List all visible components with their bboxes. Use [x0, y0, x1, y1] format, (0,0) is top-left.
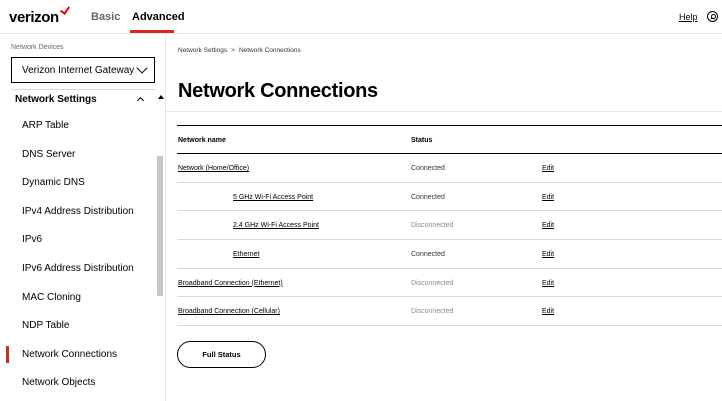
network-device-dropdown[interactable]: Verizon Internet Gateway	[11, 57, 155, 83]
breadcrumb-network-connections: Network Connections	[238, 47, 301, 54]
table-row: Broadband Connection (Ethernet) Disconne…	[177, 269, 722, 298]
network-name-link[interactable]: Ethernet	[233, 251, 259, 258]
edit-link[interactable]: Edit	[542, 308, 554, 315]
verizon-checkmark-icon	[59, 4, 71, 15]
network-name-link[interactable]: Broadband Connection (Cellular)	[178, 308, 280, 315]
table-row: 5 GHz Wi-Fi Access Point Connected Edit	[177, 183, 722, 212]
verizon-logo[interactable]: verizon	[9, 9, 59, 26]
sidebar-item-network-connections[interactable]: Network Connections	[0, 340, 155, 369]
sidebar-item-label: DNS Server	[22, 148, 76, 160]
edit-link[interactable]: Edit	[542, 251, 554, 258]
active-tab-indicator	[130, 30, 174, 33]
sidebar-item-label: Network Objects	[22, 377, 96, 389]
sidebar-item-arp-table[interactable]: ARP Table	[0, 111, 155, 140]
title-divider	[166, 111, 722, 112]
dropdown-selected-value: Verizon Internet Gateway	[22, 65, 135, 76]
table-row: Ethernet Connected Edit	[177, 240, 722, 269]
network-name-link[interactable]: Broadband Connection (Ethernet)	[178, 280, 283, 287]
scroll-up-arrow-icon[interactable]	[158, 95, 164, 99]
status-text: Connected	[411, 193, 445, 201]
sidebar-item-label: NDP Table	[22, 320, 70, 332]
sidebar-item-label: Dynamic DNS	[22, 177, 85, 189]
sidebar-item-label: IPv6	[22, 234, 43, 246]
status-text: Disconnected	[411, 222, 454, 230]
table-row: 2.4 GHz Wi-Fi Access Point Disconnected …	[177, 211, 722, 241]
chevron-down-icon	[136, 62, 148, 74]
status-text: Connected	[411, 165, 445, 172]
status-text: Disconnected	[411, 279, 454, 287]
status-text: Disconnected	[411, 308, 454, 316]
table-header: Network name Status	[177, 126, 722, 154]
sidebar-menu: ARP Table DNS Server Dynamic DNS IPv4 Ad…	[0, 111, 155, 397]
tab-basic[interactable]: Basic	[91, 11, 120, 23]
sidebar-scrollbar-thumb[interactable]	[157, 156, 163, 296]
column-header-status: Status	[411, 137, 433, 144]
chevron-up-icon[interactable]	[136, 96, 145, 105]
sidebar-item-ipv4-address-distribution[interactable]: IPv4 Address Distribution	[0, 197, 155, 226]
sidebar-item-label: IPv6 Address Distribution	[22, 262, 134, 274]
breadcrumb: Network Settings > Network Connections	[178, 47, 301, 54]
breadcrumb-separator: >	[231, 47, 235, 54]
network-devices-label: Network Devices	[11, 44, 64, 51]
sidebar-item-ipv6[interactable]: IPv6	[0, 225, 155, 254]
sidebar-item-label: ARP Table	[22, 120, 69, 131]
network-name-link[interactable]: 2.4 GHz Wi-Fi Access Point	[233, 222, 319, 229]
sidebar-item-dns-server[interactable]: DNS Server	[0, 140, 155, 169]
breadcrumb-network-settings[interactable]: Network Settings	[178, 47, 227, 54]
tab-advanced[interactable]: Advanced	[132, 11, 185, 23]
edit-link[interactable]: Edit	[542, 194, 554, 201]
table-row: Network (Home/Office) Connected Edit	[177, 154, 722, 183]
edit-link[interactable]: Edit	[542, 280, 554, 287]
column-header-network-name: Network name	[178, 137, 226, 144]
sidebar-item-label: Network Connections	[22, 348, 118, 360]
edit-link[interactable]: Edit	[542, 222, 554, 229]
help-link[interactable]: Help	[679, 12, 698, 22]
sidebar-item-ipv6-address-distribution[interactable]: IPv6 Address Distribution	[0, 254, 155, 283]
network-name-link[interactable]: 5 GHz Wi-Fi Access Point	[233, 194, 313, 201]
sidebar-item-network-objects[interactable]: Network Objects	[0, 368, 155, 397]
full-status-button[interactable]: Full Status	[177, 341, 266, 368]
sidebar-item-ndp-table[interactable]: NDP Table	[0, 311, 155, 340]
sidebar-item-label: MAC Cloning	[22, 291, 81, 303]
top-navigation-bar: verizon Basic Advanced Help	[0, 0, 722, 34]
edit-link[interactable]: Edit	[542, 165, 554, 172]
sidebar-divider	[11, 89, 155, 90]
sidebar-item-mac-cloning[interactable]: MAC Cloning	[0, 283, 155, 312]
sidebar-item-dynamic-dns[interactable]: Dynamic DNS	[0, 168, 155, 197]
network-name-link[interactable]: Network (Home/Office)	[178, 165, 249, 172]
network-connections-table: Network name Status Network (Home/Office…	[177, 125, 722, 327]
table-row: Broadband Connection (Cellular) Disconne…	[177, 297, 722, 327]
sidebar-section-network-settings[interactable]: Network Settings	[15, 94, 97, 105]
sidebar-item-label: IPv4 Address Distribution	[22, 205, 134, 217]
page-title: Network Connections	[178, 80, 378, 102]
status-text: Connected	[411, 251, 445, 259]
sidebar: Network Devices Verizon Internet Gateway…	[0, 34, 166, 401]
user-account-icon[interactable]	[707, 11, 718, 22]
